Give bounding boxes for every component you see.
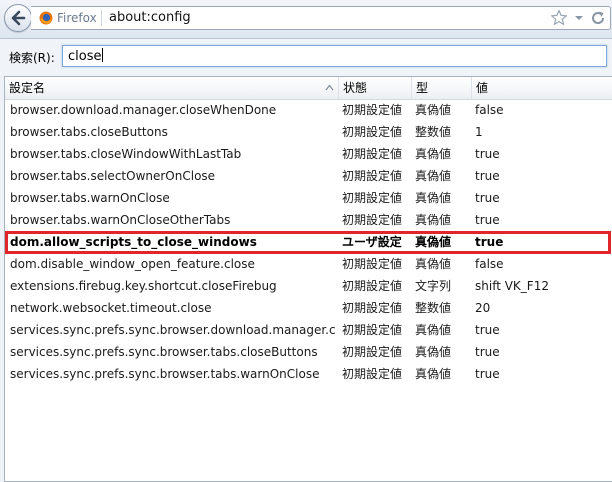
- pref-value-cell: true: [475, 367, 500, 381]
- table-row[interactable]: browser.tabs.closeWindowWithLastTab 初期設定値…: [5, 143, 612, 165]
- table-header: 設定名 状態 型 値: [5, 77, 612, 100]
- table-row[interactable]: browser.tabs.warnOnCloseOtherTabs 初期設定値 真偽…: [5, 209, 612, 231]
- pref-type-cell: 真偽値: [415, 103, 452, 117]
- pref-name-cell: browser.tabs.selectOwnerOnClose: [10, 169, 216, 183]
- reload-icon[interactable]: [589, 9, 607, 27]
- bookmark-star-icon[interactable]: [550, 9, 568, 27]
- column-header-value-label: 値: [476, 81, 489, 95]
- firefox-logo-icon: [39, 11, 53, 25]
- site-identity-button[interactable]: Firefox: [39, 10, 97, 26]
- pref-name-cell: services.sync.prefs.sync.browser.downloa…: [10, 323, 335, 337]
- pref-name-cell: services.sync.prefs.sync.browser.tabs.cl…: [10, 345, 318, 359]
- pref-value-cell: 20: [475, 301, 491, 315]
- table-row[interactable]: services.sync.prefs.sync.browser.tabs.wa…: [5, 363, 612, 385]
- history-dropdown-icon[interactable]: [572, 9, 586, 27]
- back-button[interactable]: [4, 4, 32, 32]
- pref-type-cell: 真偽値: [415, 345, 452, 359]
- table-row[interactable]: services.sync.prefs.sync.browser.downloa…: [5, 319, 612, 341]
- table-row[interactable]: extensions.firebug.key.shortcut.closeFir…: [5, 275, 612, 297]
- search-input[interactable]: close: [62, 45, 607, 67]
- pref-type-cell: 真偽値: [415, 323, 452, 337]
- url-bar[interactable]: Firefox about:config: [31, 6, 611, 30]
- pref-status-cell: 初期設定値: [342, 323, 403, 337]
- pref-status-cell: 初期設定値: [342, 147, 403, 161]
- search-label: 検索(R):: [9, 51, 55, 65]
- pref-value-cell: false: [475, 103, 504, 117]
- pref-type-cell: 整数値: [415, 125, 452, 139]
- column-header-name-label: 設定名: [9, 81, 46, 95]
- search-value: close: [68, 48, 104, 64]
- pref-status-cell: 初期設定値: [342, 103, 403, 117]
- table-row[interactable]: dom.allow_scripts_to_close_windows ユーザ設定真…: [5, 231, 612, 253]
- pref-status-cell: 初期設定値: [342, 125, 403, 139]
- pref-name-cell: browser.tabs.warnOnCloseOtherTabs: [10, 213, 231, 227]
- table-row[interactable]: dom.disable_window_open_feature.close 初期設…: [5, 253, 612, 275]
- pref-name-cell: extensions.firebug.key.shortcut.closeFir…: [10, 279, 277, 293]
- pref-value-cell: shift VK_F12: [475, 279, 549, 293]
- pref-name-cell: browser.download.manager.closeWhenDone: [10, 103, 277, 117]
- back-arrow-icon: [11, 10, 26, 26]
- pref-name-cell: browser.tabs.closeWindowWithLastTab: [10, 147, 242, 161]
- pref-status-cell: 初期設定値: [342, 169, 403, 183]
- table-row[interactable]: browser.download.manager.closeWhenDone 初期…: [5, 99, 612, 121]
- pref-type-cell: 真偽値: [415, 257, 452, 271]
- column-header-value[interactable]: 値: [472, 77, 612, 99]
- pref-type-cell: 真偽値: [415, 191, 452, 205]
- pref-name-cell: browser.tabs.warnOnClose: [10, 191, 170, 205]
- column-header-type-label: 型: [416, 81, 429, 95]
- config-table: 設定名 状態 型 値 browser.download.manager.clos…: [4, 76, 612, 482]
- pref-value-cell: true: [475, 323, 500, 337]
- pref-value-cell: true: [475, 345, 500, 359]
- navigation-toolbar: Firefox about:config: [0, 0, 612, 39]
- pref-value-cell: 1: [475, 125, 483, 139]
- column-header-name[interactable]: 設定名: [5, 77, 339, 99]
- pref-type-cell: 整数値: [415, 301, 452, 315]
- pref-status-cell: 初期設定値: [342, 345, 403, 359]
- pref-name-cell: browser.tabs.closeButtons: [10, 125, 168, 139]
- pref-value-cell: true: [475, 169, 500, 183]
- column-header-status-label: 状態: [343, 81, 368, 95]
- pref-type-cell: 真偽値: [415, 213, 452, 227]
- pref-status-cell: ユーザ設定: [342, 235, 402, 249]
- identity-label: Firefox: [57, 11, 97, 25]
- url-text[interactable]: about:config: [109, 10, 191, 25]
- text-caret: [102, 48, 104, 62]
- pref-status-cell: 初期設定値: [342, 257, 403, 271]
- search-row: 検索(R): close: [0, 39, 612, 75]
- pref-value-cell: true: [475, 147, 500, 161]
- pref-type-cell: 文字列: [415, 279, 452, 293]
- pref-status-cell: 初期設定値: [342, 301, 403, 315]
- pref-value-cell: true: [475, 191, 500, 205]
- table-row[interactable]: network.websocket.timeout.close 初期設定値 整数値 2…: [5, 297, 612, 319]
- pref-type-cell: 真偽値: [415, 147, 452, 161]
- pref-value-cell: true: [475, 235, 504, 249]
- pref-status-cell: 初期設定値: [342, 367, 403, 381]
- identity-separator: [101, 10, 102, 26]
- pref-name-cell: dom.allow_scripts_to_close_windows: [10, 235, 257, 249]
- table-row[interactable]: browser.tabs.closeButtons 初期設定値 整数値 1: [5, 121, 612, 143]
- pref-name-cell: dom.disable_window_open_feature.close: [10, 257, 255, 271]
- pref-name-cell: network.websocket.timeout.close: [10, 301, 212, 315]
- table-row[interactable]: services.sync.prefs.sync.browser.tabs.cl…: [5, 341, 612, 363]
- pref-status-cell: 初期設定値: [342, 213, 403, 227]
- pref-type-cell: 真偽値: [415, 169, 452, 183]
- table-row[interactable]: browser.tabs.selectOwnerOnClose 初期設定値 真偽値 t…: [5, 165, 612, 187]
- pref-value-cell: false: [475, 257, 504, 271]
- column-header-status[interactable]: 状態: [339, 77, 412, 99]
- sort-ascending-icon: [325, 84, 334, 91]
- table-row[interactable]: browser.tabs.warnOnClose 初期設定値 真偽値 true: [5, 187, 612, 209]
- pref-status-cell: 初期設定値: [342, 279, 403, 293]
- pref-value-cell: true: [475, 213, 500, 227]
- pref-type-cell: 真偽値: [415, 235, 452, 249]
- pref-type-cell: 真偽値: [415, 367, 452, 381]
- pref-name-cell: services.sync.prefs.sync.browser.tabs.wa…: [10, 367, 320, 381]
- column-header-type[interactable]: 型: [412, 77, 472, 99]
- pref-status-cell: 初期設定値: [342, 191, 403, 205]
